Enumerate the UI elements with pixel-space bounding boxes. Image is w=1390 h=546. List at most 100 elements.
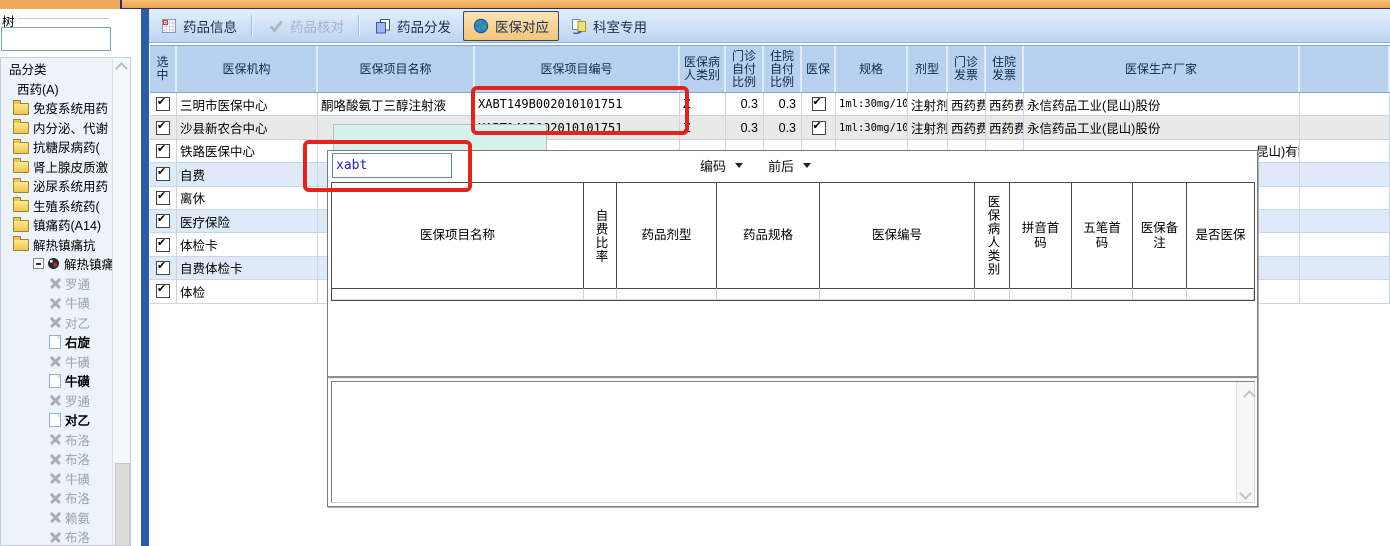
column-header-sel[interactable]: 选 中	[150, 46, 177, 92]
column-header-inp[interactable]: 住院 自付 比例	[764, 46, 802, 92]
cell-outpatient-ratio[interactable]: 0.3	[726, 93, 764, 117]
cell-insurance-org[interactable]: 自费体检卡	[177, 256, 318, 281]
lookup-column-header[interactable]: 拼音首 码	[1010, 183, 1072, 288]
cell-insurance-org[interactable]: 体检卡	[177, 233, 318, 257]
toolbar-button-drug-check[interactable]: 药品核对	[258, 11, 354, 41]
cell-insurance-org[interactable]: 自费	[177, 163, 318, 187]
tree-item[interactable]: 对乙	[1, 410, 114, 430]
tree-item[interactable]: 对乙	[1, 313, 114, 333]
checkbox-insured[interactable]	[811, 95, 826, 112]
tree-item[interactable]: 罗通	[1, 274, 114, 294]
collapse-minus-icon[interactable]	[33, 258, 44, 270]
tree-item[interactable]: 解热镇痛抗	[1, 235, 114, 255]
toolbar-button-drug-dispense[interactable]: 药品分发	[365, 11, 461, 41]
tree-item[interactable]: 牛磺	[1, 352, 114, 372]
cell-empty[interactable]	[1300, 139, 1390, 164]
lookup-empty-cell[interactable]	[617, 288, 717, 300]
lookup-column-header[interactable]: 医保项目名称	[332, 183, 584, 288]
lookup-empty-cell[interactable]	[1072, 288, 1133, 300]
column-header-insured[interactable]: 医保	[802, 46, 836, 92]
detail-memo-area[interactable]	[331, 381, 1256, 503]
tree-scrollbar[interactable]	[112, 58, 130, 545]
cell-outpatient-ratio[interactable]: 0.3	[726, 116, 764, 140]
column-header-org[interactable]: 医保机构	[177, 46, 318, 92]
checkbox-selected[interactable]	[156, 165, 170, 182]
match-mode-dropdown[interactable]: 前后	[768, 156, 812, 175]
column-header-form[interactable]: 剂型	[908, 46, 948, 92]
tree-item[interactable]: 泌尿系统用药	[1, 176, 114, 196]
tree-item[interactable]: 解热镇痛	[1, 254, 114, 274]
cell-spec[interactable]: 1ml:30mg/10	[836, 116, 908, 140]
checkbox-selected[interactable]	[156, 189, 170, 205]
cell-sel[interactable]	[150, 256, 177, 281]
lookup-column-header[interactable]: 五笔首 码	[1072, 183, 1133, 288]
tree-filter-input[interactable]	[1, 27, 111, 51]
lookup-empty-cell[interactable]	[332, 288, 584, 300]
tree-item[interactable]: 布洛	[1, 527, 114, 545]
lookup-empty-cell[interactable]	[820, 288, 975, 300]
lookup-column-header[interactable]: 医保备 注	[1133, 183, 1187, 288]
tree-item[interactable]: 内分泌、代谢	[1, 118, 114, 138]
column-header-empty[interactable]	[1300, 46, 1390, 92]
cell-inpatient-ratio[interactable]: 0.3	[764, 93, 802, 117]
checkbox-selected[interactable]	[156, 119, 170, 135]
cell-empty[interactable]	[1300, 163, 1390, 187]
cell-outpatient-invoice[interactable]: 西药费	[948, 116, 986, 140]
memo-scrollbar[interactable]	[1236, 382, 1256, 502]
lookup-empty-cell[interactable]	[1010, 288, 1072, 300]
lookup-empty-cell[interactable]	[1133, 288, 1187, 300]
cell-sel[interactable]	[150, 139, 177, 164]
tree-item[interactable]: 牛磺	[1, 293, 114, 313]
cell-sel[interactable]	[150, 163, 177, 187]
cell-insurance-org[interactable]: 沙县新农合中心	[177, 116, 318, 140]
lookup-column-header[interactable]: 是否医保	[1187, 183, 1254, 288]
lookup-column-header[interactable]: 医保病人类别	[975, 183, 1010, 288]
cell-sel[interactable]	[150, 116, 177, 140]
tree-item[interactable]: 抗糖尿病药(	[1, 137, 114, 157]
toolbar-button-insurance-mapping[interactable]: 医保对应	[463, 10, 559, 41]
lookup-column-header[interactable]: 自费比率	[584, 183, 617, 288]
cell-project-name[interactable]: 酮咯酸氨丁三醇注射液	[318, 93, 475, 117]
cell-insurance-org[interactable]: 铁路医保中心	[177, 139, 318, 164]
lookup-column-header[interactable]: 药品规格	[717, 183, 820, 288]
scroll-down-icon[interactable]	[1239, 487, 1252, 500]
cell-insurance-org[interactable]: 离休	[177, 186, 318, 210]
checkbox-insured[interactable]	[811, 119, 826, 135]
column-header-outp_invoice[interactable]: 门诊 发票	[948, 46, 986, 92]
lookup-empty-cell[interactable]	[975, 288, 1010, 300]
cell-outpatient-invoice[interactable]: 西药费	[948, 93, 986, 117]
tree-item[interactable]: 肾上腺皮质激	[1, 157, 114, 177]
cell-sel[interactable]	[150, 186, 177, 210]
cell-inpatient-invoice[interactable]: 西药费	[986, 116, 1024, 140]
lookup-column-header[interactable]: 医保编号	[820, 183, 975, 288]
cell-insured[interactable]	[802, 93, 836, 117]
toolbar-button-department[interactable]: 科室专用	[561, 11, 657, 41]
checkbox-selected[interactable]	[156, 236, 170, 252]
tree-item[interactable]: 右旋	[1, 332, 114, 352]
checkbox-selected[interactable]	[156, 142, 170, 158]
cell-empty[interactable]	[1300, 116, 1390, 140]
cell-empty[interactable]	[1300, 186, 1390, 210]
cell-dosage-form[interactable]: 注射剂	[908, 93, 948, 117]
cell-manufacturer[interactable]: 永信药品工业(昆山)股份	[1024, 93, 1300, 117]
cell-inpatient-invoice[interactable]: 西药费	[986, 93, 1024, 117]
tree-item[interactable]: 罗通	[1, 391, 114, 411]
column-header-inp_invoice[interactable]: 住院 发票	[986, 46, 1024, 92]
window-tab[interactable]	[0, 0, 122, 9]
cell-empty[interactable]	[1300, 93, 1390, 117]
sort-mode-dropdown[interactable]: 编码	[700, 156, 744, 175]
tree-item[interactable]: 布洛	[1, 430, 114, 450]
cell-sel[interactable]	[150, 209, 177, 234]
scrollbar-thumb[interactable]	[115, 463, 130, 545]
cell-insurance-org[interactable]: 医疗保险	[177, 209, 318, 234]
cell-insurance-org[interactable]: 三明市医保中心	[177, 93, 318, 117]
column-header-manufacturer[interactable]: 医保生产厂家	[1024, 46, 1300, 92]
tree-item[interactable]: 牛磺	[1, 469, 114, 489]
checkbox-selected[interactable]	[156, 95, 170, 112]
cell-empty[interactable]	[1300, 280, 1390, 304]
column-header-outp[interactable]: 门诊 自付 比例	[726, 46, 764, 92]
column-header-patient_type[interactable]: 医保病 人类别	[680, 46, 726, 92]
tree-item[interactable]: 生殖系统药(	[1, 196, 114, 216]
tree-item[interactable]: 品分类	[1, 59, 114, 79]
tree-item[interactable]: 免疫系统用药	[1, 98, 114, 118]
